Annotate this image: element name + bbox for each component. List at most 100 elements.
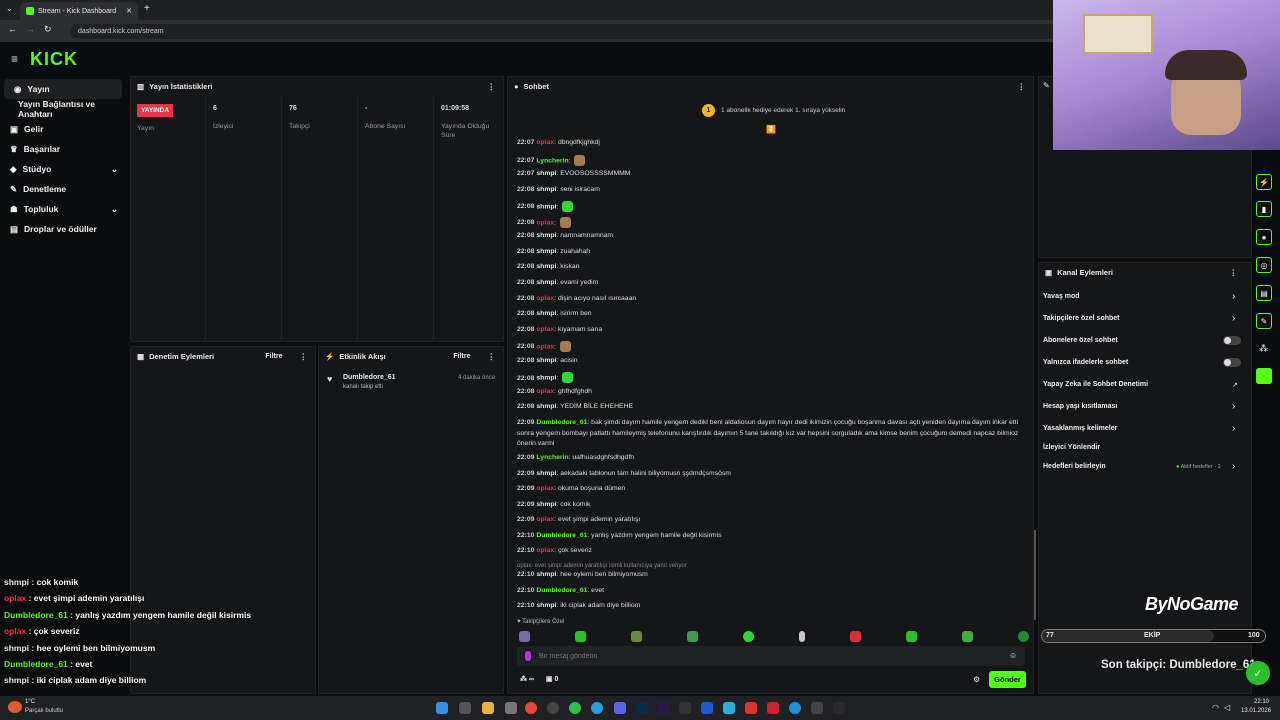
file-explorer-icon[interactable] xyxy=(482,702,494,714)
capcut-icon[interactable] xyxy=(679,702,691,714)
whatsapp-icon[interactable] xyxy=(569,702,581,714)
wifi-icon[interactable]: ◠ xyxy=(1212,703,1219,712)
chevron-right-icon[interactable]: › xyxy=(1232,423,1235,434)
kick-app-icon[interactable] xyxy=(1256,368,1272,384)
sidebar-item-studyo[interactable]: ◆ Stüdyo ⌄ xyxy=(0,159,128,179)
chrome-icon[interactable] xyxy=(525,702,537,714)
more-icon[interactable]: ⋮ xyxy=(488,352,496,361)
chat-bubble-icon[interactable]: ● xyxy=(1256,229,1272,245)
emote-icon[interactable] xyxy=(559,341,571,353)
emote-icon[interactable] xyxy=(562,372,574,384)
windows-start-icon[interactable] xyxy=(436,702,448,714)
filter-button[interactable]: Filtre xyxy=(265,353,282,360)
message-username[interactable]: shmpi xyxy=(536,602,556,609)
bolt-icon[interactable]: ⚡ xyxy=(1256,174,1272,190)
toggle-switch[interactable] xyxy=(1223,336,1241,345)
filter-button[interactable]: Filtre xyxy=(453,353,470,360)
layout-icon[interactable]: ▤ xyxy=(1256,285,1272,301)
message-username[interactable]: oplax xyxy=(536,485,554,492)
emote-icon[interactable] xyxy=(799,631,805,642)
emote-icon[interactable] xyxy=(1018,631,1029,642)
message-username[interactable]: oplax xyxy=(536,388,554,395)
message-username[interactable]: shmpi xyxy=(536,310,556,317)
message-username[interactable]: Lyncherin xyxy=(536,157,568,164)
message-username[interactable]: oplax xyxy=(536,219,554,226)
emote-icon[interactable] xyxy=(519,631,530,642)
gift-banner[interactable]: 1 abonelik hediye ederek 1. sıraya yükse… xyxy=(721,107,845,114)
mic-icon[interactable] xyxy=(525,651,531,661)
browser-tab[interactable]: Stream - Kick Dashboard ✕ xyxy=(20,2,138,20)
message-username[interactable]: shmpi xyxy=(536,501,556,508)
discord-icon[interactable] xyxy=(614,702,626,714)
app-icon[interactable] xyxy=(505,702,517,714)
back-icon[interactable]: ← xyxy=(8,24,17,34)
channel-action-7[interactable]: İzleyici Yönlendir xyxy=(1043,444,1100,451)
message-username[interactable]: Dumbledore_61 xyxy=(536,587,587,594)
photoshop-icon[interactable] xyxy=(636,702,648,714)
app-icon[interactable] xyxy=(833,702,845,714)
hamburger-menu-icon[interactable]: ≡ xyxy=(11,52,18,66)
emote-icon[interactable] xyxy=(850,631,861,642)
url-field[interactable]: dashboard.kick.com/stream xyxy=(70,24,1070,39)
emote-icon[interactable] xyxy=(743,631,754,642)
emote-icon[interactable] xyxy=(574,154,586,166)
message-username[interactable]: shmpi xyxy=(536,403,556,410)
emote-icon[interactable] xyxy=(559,216,571,228)
event-user[interactable]: Dumbledore_61 xyxy=(343,374,396,381)
channel-action-4[interactable]: Yapay Zeka ile Sohbet Denetimi xyxy=(1043,381,1148,388)
telegram-icon[interactable] xyxy=(591,702,603,714)
chevron-right-icon[interactable]: › xyxy=(1232,461,1235,472)
message-username[interactable]: shmpi xyxy=(536,571,556,578)
emote-icon[interactable] xyxy=(687,631,698,642)
settings-gear-icon[interactable]: ⚙ xyxy=(973,675,980,684)
message-username[interactable]: shmpi xyxy=(536,203,556,210)
toggle-switch[interactable] xyxy=(1223,358,1241,367)
message-username[interactable]: shmpi xyxy=(536,170,556,177)
chevron-right-icon[interactable]: › xyxy=(1232,291,1235,302)
message-username[interactable]: oplax xyxy=(536,516,554,523)
message-username[interactable]: shmpi xyxy=(536,470,556,477)
message-username[interactable]: Lyncherin xyxy=(536,454,568,461)
chat-input-box[interactable]: ☺ xyxy=(517,646,1025,666)
chevron-right-icon[interactable]: › xyxy=(1232,401,1235,412)
message-username[interactable]: shmpi xyxy=(536,279,556,286)
channel-action-1[interactable]: Takipçilere özel sohbet xyxy=(1043,315,1120,322)
bookmark-icon[interactable]: ▮ xyxy=(1256,201,1272,217)
more-icon[interactable]: ⋮ xyxy=(300,352,308,361)
new-tab-button[interactable]: + xyxy=(144,3,150,14)
message-username[interactable]: shmpi xyxy=(536,186,556,193)
app-icon[interactable] xyxy=(811,702,823,714)
sidebar-item-denetleme[interactable]: ✎ Denetleme xyxy=(0,179,128,199)
app-icon[interactable] xyxy=(767,702,779,714)
more-icon[interactable]: ⋮ xyxy=(1230,268,1238,277)
app-icon[interactable] xyxy=(745,702,757,714)
channel-action-8[interactable]: Hedefleri belirleyin xyxy=(1043,463,1106,470)
edge-icon[interactable] xyxy=(789,702,801,714)
message-username[interactable]: shmpi xyxy=(536,375,556,382)
pin-icon[interactable]: ⏬ xyxy=(766,125,776,134)
channel-action-3[interactable]: Yalnızca ifadelerle sohbet xyxy=(1043,359,1128,366)
sidebar-item-stream-key[interactable]: Yayın Bağlantısı ve Anahtarı xyxy=(0,99,128,119)
more-icon[interactable]: ⋮ xyxy=(1018,82,1026,91)
message-username[interactable]: shmpi xyxy=(536,263,556,270)
app-icon[interactable] xyxy=(547,702,559,714)
emote-icon[interactable] xyxy=(906,631,917,642)
sidebar-item-topluluk[interactable]: ☗ Topluluk ⌄ xyxy=(0,199,128,219)
taskview-icon[interactable] xyxy=(459,702,471,714)
reload-icon[interactable]: ↻ xyxy=(44,24,52,35)
volume-icon[interactable]: ◁ xyxy=(1224,703,1230,712)
message-username[interactable]: Dumbledore_61 xyxy=(536,532,587,539)
app-icon[interactable] xyxy=(723,702,735,714)
chat-input[interactable] xyxy=(539,649,999,663)
channel-action-6[interactable]: Yasaklanmış kelimeler xyxy=(1043,425,1117,432)
message-username[interactable]: shmpi xyxy=(536,232,556,239)
sidebar-item-gelir[interactable]: ▣ Gelir xyxy=(0,119,128,139)
close-tab-icon[interactable]: ✕ xyxy=(126,7,132,15)
tab-list-icon[interactable]: ⌄ xyxy=(6,4,13,13)
emote-icon[interactable] xyxy=(575,631,586,642)
tool-icon[interactable]: ✎ xyxy=(1256,313,1272,329)
message-username[interactable]: oplax xyxy=(536,343,554,350)
share-icon[interactable]: ⁂ xyxy=(1259,343,1268,354)
emote-icon[interactable] xyxy=(631,631,642,642)
channel-action-2[interactable]: Abonelere özel sohbet xyxy=(1043,337,1118,344)
